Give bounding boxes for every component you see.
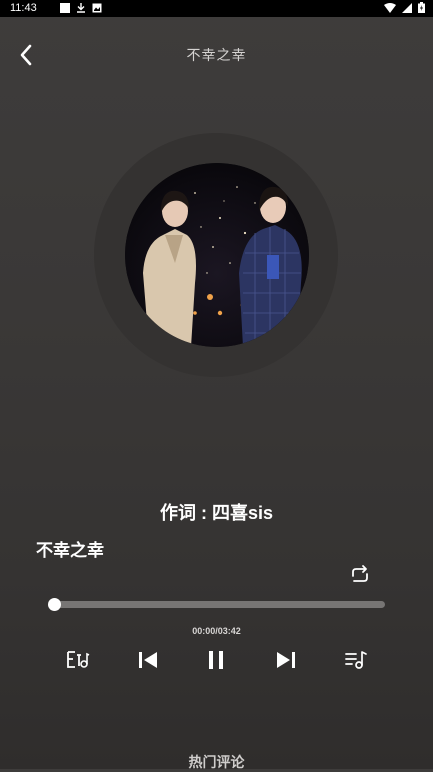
time-readout: 00:00/03:42 [192, 626, 241, 636]
album-cover-artwork [125, 163, 309, 347]
pause-button[interactable] [203, 647, 229, 673]
playlist-button[interactable] [343, 647, 369, 673]
hot-comments-heading[interactable]: 热门评论 [0, 752, 433, 772]
battery-icon [418, 2, 425, 13]
progress-bar[interactable] [48, 598, 385, 611]
repeat-icon [352, 565, 368, 582]
status-time: 11:43 [10, 2, 37, 14]
pause-icon [209, 651, 223, 669]
playlist-icon [345, 651, 367, 669]
wifi-icon [384, 2, 396, 13]
progress-thumb[interactable] [48, 598, 61, 611]
download-icon [77, 3, 85, 13]
notification-icons [60, 3, 102, 13]
lyrics-icon [67, 651, 90, 668]
repeat-button[interactable] [348, 563, 372, 587]
notification-square-icon [60, 3, 70, 13]
signal-icon [402, 2, 412, 13]
current-lyric-line: 作词 : 四喜sis [159, 503, 274, 523]
lyrics-toggle-button[interactable] [65, 647, 91, 673]
page-title: 不幸之幸 [186, 47, 247, 63]
previous-button[interactable] [135, 647, 161, 673]
system-status-icons [384, 2, 425, 13]
image-notification-icon [92, 3, 102, 13]
song-title: 不幸之幸 [36, 541, 104, 560]
skip-next-icon [277, 652, 295, 668]
next-button[interactable] [273, 647, 299, 673]
album-cover [125, 163, 309, 347]
status-bar: 11:43 [0, 0, 433, 17]
skip-previous-icon [139, 652, 157, 668]
